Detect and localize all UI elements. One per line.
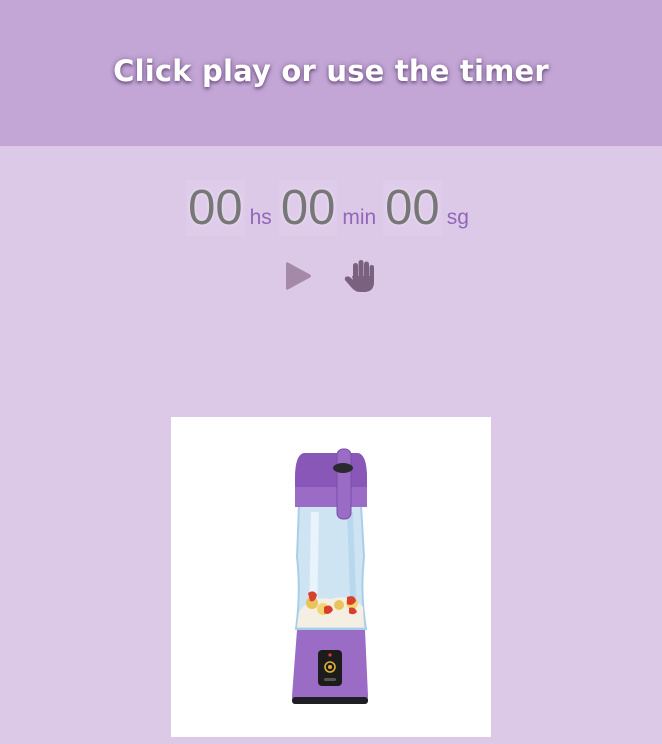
- stop-button[interactable]: [343, 259, 381, 295]
- blender-image: [171, 417, 491, 737]
- main-content: 00 hs 00 min 00 sg: [0, 146, 662, 744]
- minutes-unit-label: min: [342, 206, 377, 229]
- play-button[interactable]: [283, 259, 317, 293]
- timer-display: 00 hs 00 min 00 sg: [0, 180, 662, 240]
- page-title: Click play or use the timer: [113, 54, 549, 88]
- timer-controls: [283, 259, 383, 295]
- hours-value[interactable]: 00: [186, 180, 245, 236]
- blender-illustration: [292, 448, 368, 704]
- seconds-unit-label: sg: [446, 206, 469, 229]
- header: Click play or use the timer: [0, 0, 662, 146]
- seconds-value[interactable]: 00: [383, 180, 442, 236]
- hand-stop-icon: [344, 260, 374, 292]
- play-icon: [286, 262, 311, 290]
- hours-unit-label: hs: [249, 206, 272, 229]
- minutes-value[interactable]: 00: [278, 180, 338, 236]
